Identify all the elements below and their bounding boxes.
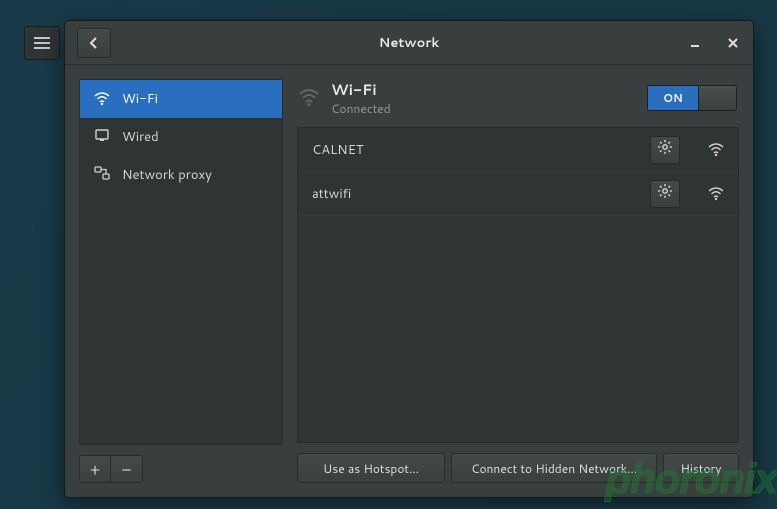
minimize-button[interactable] xyxy=(687,35,703,51)
sidebar-list: Wi-Fi Wired Network proxy xyxy=(79,79,283,445)
signal-strength-icon xyxy=(708,187,724,201)
close-button[interactable] xyxy=(725,35,741,51)
sidebar-item-label: Wired xyxy=(122,128,159,146)
history-button[interactable]: History xyxy=(663,453,739,483)
signal-strength-icon xyxy=(708,143,724,157)
sidebar-item-label: Wi-Fi xyxy=(122,90,158,108)
network-row[interactable]: attwifi xyxy=(298,172,738,216)
gear-icon xyxy=(658,140,672,159)
connect-hidden-button[interactable]: Connect to Hidden Network... xyxy=(451,453,657,483)
network-row[interactable]: CALNET xyxy=(298,128,738,172)
gear-icon xyxy=(658,184,672,203)
titlebar: Network xyxy=(65,21,753,65)
main-header: Wi-Fi Connected ON xyxy=(297,79,739,127)
network-settings-window: Network Wi-Fi xyxy=(64,20,754,498)
sidebar-item-wifi[interactable]: Wi-Fi xyxy=(80,80,282,118)
wifi-icon xyxy=(94,92,110,106)
add-connection-button[interactable]: + xyxy=(79,455,111,483)
panel-heading: Wi-Fi xyxy=(331,79,635,100)
toggle-knob xyxy=(698,86,736,110)
sidebar: Wi-Fi Wired Network proxy xyxy=(79,79,283,483)
main-panel: Wi-Fi Connected ON CALNET xyxy=(297,79,739,483)
toggle-on-label: ON xyxy=(648,86,698,110)
network-list: CALNET attwifi xyxy=(297,127,739,443)
main-footer: Use as Hotspot... Connect to Hidden Netw… xyxy=(297,453,739,483)
proxy-icon xyxy=(94,166,110,185)
wifi-toggle[interactable]: ON xyxy=(647,85,737,111)
network-settings-button[interactable] xyxy=(650,136,680,164)
sidebar-item-label: Network proxy xyxy=(122,166,212,184)
sidebar-item-proxy[interactable]: Network proxy xyxy=(80,156,282,194)
network-ssid: CALNET xyxy=(312,141,640,159)
network-ssid: attwifi xyxy=(312,185,640,203)
sidebar-footer: + – xyxy=(79,455,283,483)
desktop-menu-button[interactable] xyxy=(24,26,60,60)
wifi-header-icon xyxy=(299,89,319,107)
sidebar-item-wired[interactable]: Wired xyxy=(80,118,282,156)
wired-icon xyxy=(94,128,110,147)
window-title: Network xyxy=(65,34,753,52)
network-settings-button[interactable] xyxy=(650,180,680,208)
hotspot-button[interactable]: Use as Hotspot... xyxy=(297,453,445,483)
back-button[interactable] xyxy=(77,28,111,58)
remove-connection-button[interactable]: – xyxy=(111,455,143,483)
panel-status: Connected xyxy=(331,100,635,117)
